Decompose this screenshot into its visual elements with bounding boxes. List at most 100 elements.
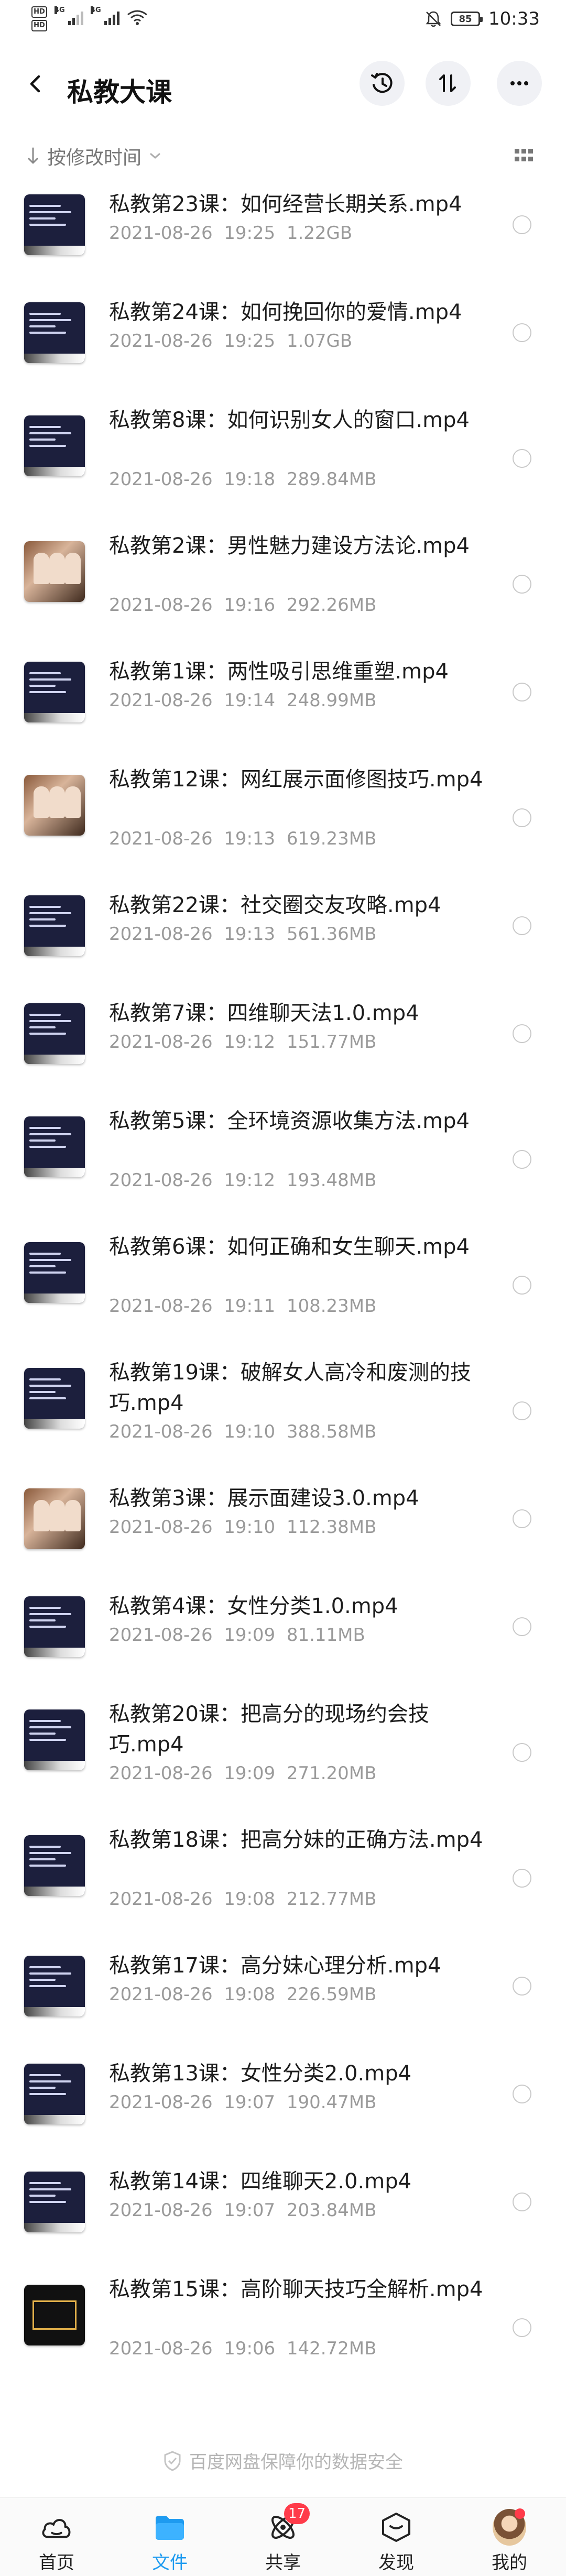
select-checkbox[interactable] [513, 916, 531, 935]
select-checkbox[interactable] [513, 1509, 531, 1528]
video-thumbnail [24, 302, 85, 363]
file-date: 2021-08-26 19:25 [109, 331, 276, 352]
file-row[interactable]: 私教第4课：女性分类1.0.mp4 2021-08-26 19:09 81.11M… [0, 1583, 566, 1691]
file-row[interactable]: 私教第7课：四维聊天法1.0.mp4 2021-08-26 19:12 151.7… [0, 990, 566, 1098]
file-meta: 2021-08-26 19:08 212.77MB [109, 1889, 376, 1910]
file-row[interactable]: 私教第5课：全环境资源收集方法.mp4 2021-08-26 19:12 193.… [0, 1098, 566, 1223]
select-checkbox[interactable] [513, 1150, 531, 1169]
file-name: 私教第2课：男性魅力建设方法论.mp4 [109, 534, 470, 558]
video-thumbnail [24, 2172, 85, 2232]
file-name: 私教第18课：把高分妹的正确方法.mp4 [109, 1828, 483, 1852]
file-meta: 2021-08-26 19:07 203.84MB [109, 2200, 376, 2221]
select-checkbox[interactable] [513, 575, 531, 594]
select-checkbox[interactable] [513, 2085, 531, 2103]
file-row[interactable]: 私教第24课：如何挽回你的爱情.mp4 2021-08-26 19:25 1.07… [0, 289, 566, 397]
video-thumbnail [24, 2285, 85, 2345]
sort-selector[interactable]: 按修改时间 [26, 142, 161, 170]
back-button[interactable] [21, 69, 50, 98]
nav-share[interactable]: 17 共享 [226, 2498, 340, 2576]
file-size: 619.23MB [286, 828, 377, 849]
video-thumbnail [24, 1368, 85, 1429]
file-size: 81.11MB [286, 1625, 365, 1646]
file-meta: 2021-08-26 19:12 193.48MB [109, 1170, 376, 1191]
select-checkbox[interactable] [513, 2193, 531, 2211]
file-meta: 2021-08-26 19:07 190.47MB [109, 2092, 376, 2113]
file-row[interactable]: 私教第15课：高阶聊天技巧全解析.mp4 2021-08-26 19:06 142… [0, 2266, 566, 2392]
video-thumbnail [24, 1003, 85, 1064]
sort-label: 按修改时间 [47, 147, 142, 169]
select-checkbox[interactable] [513, 323, 531, 342]
file-row[interactable]: 私教第22课：社交圈交友攻略.mp4 2021-08-26 19:13 561.3… [0, 882, 566, 990]
file-size: 193.48MB [286, 1170, 377, 1191]
file-size: 388.58MB [286, 1421, 377, 1442]
file-date: 2021-08-26 19:11 [109, 1296, 276, 1317]
select-checkbox[interactable] [513, 683, 531, 701]
more-options-button[interactable] [497, 61, 542, 106]
folder-icon [153, 2511, 187, 2544]
file-row[interactable]: 私教第14课：四维聊天2.0.mp4 2021-08-26 19:07 203.8… [0, 2158, 566, 2266]
grid-view-icon[interactable] [514, 147, 535, 165]
select-checkbox[interactable] [513, 1276, 531, 1295]
select-checkbox[interactable] [513, 808, 531, 827]
page-title: 私教大课 [67, 77, 172, 107]
file-row[interactable]: 私教第19课：破解女人高冷和废测的技巧.mp4 2021-08-26 19:10 … [0, 1349, 566, 1475]
file-size: 1.22GB [286, 223, 353, 244]
file-meta: 2021-08-26 19:09 271.20MB [109, 1763, 376, 1784]
share-atom-icon: 17 [266, 2503, 310, 2544]
file-size: 289.84MB [286, 469, 377, 490]
file-row[interactable]: 私教第23课：如何经营长期关系.mp4 2021-08-26 19:25 1.22… [0, 181, 566, 289]
select-checkbox[interactable] [513, 1743, 531, 1762]
file-name: 私教第6课：如何正确和女生聊天.mp4 [109, 1235, 470, 1259]
file-name: 私教第23课：如何经营长期关系.mp4 [109, 192, 462, 216]
select-checkbox[interactable] [513, 215, 531, 234]
video-thumbnail [24, 775, 85, 836]
file-date: 2021-08-26 19:10 [109, 1517, 276, 1538]
select-checkbox[interactable] [513, 1401, 531, 1420]
file-row[interactable]: 私教第1课：两性吸引思维重塑.mp4 2021-08-26 19:14 248.9… [0, 648, 566, 756]
signal-strength-2-icon: 4G [91, 6, 119, 25]
chevron-down-icon [150, 153, 160, 159]
file-meta: 2021-08-26 19:14 248.99MB [109, 690, 376, 711]
file-meta: 2021-08-26 19:25 1.07GB [109, 331, 352, 352]
file-date: 2021-08-26 19:13 [109, 828, 276, 849]
file-row[interactable]: 私教第20课：把高分的现场约会技巧.mp4 2021-08-26 19:09 27… [0, 1691, 566, 1816]
file-row[interactable]: 私教第18课：把高分妹的正确方法.mp4 2021-08-26 19:08 212… [0, 1816, 566, 1942]
file-row[interactable]: 私教第3课：展示面建设3.0.mp4 2021-08-26 19:10 112.3… [0, 1475, 566, 1583]
nav-files[interactable]: 文件 [113, 2498, 226, 2576]
history-clock-icon [371, 73, 393, 93]
cloud-home-icon [40, 2511, 73, 2544]
nav-home[interactable]: 首页 [0, 2498, 113, 2576]
nav-mine[interactable]: 我的 [453, 2498, 566, 2576]
video-thumbnail [24, 1116, 85, 1177]
history-button[interactable] [360, 61, 405, 106]
network-type-label: 4G [55, 6, 65, 14]
select-checkbox[interactable] [513, 2318, 531, 2337]
file-name: 私教第5课：全环境资源收集方法.mp4 [109, 1109, 470, 1133]
file-size: 190.47MB [286, 2092, 377, 2113]
share-badge: 17 [284, 2503, 310, 2524]
sort-order-button[interactable] [426, 61, 471, 106]
file-row[interactable]: 私教第6课：如何正确和女生聊天.mp4 2021-08-26 19:11 108.… [0, 1223, 566, 1349]
file-row[interactable]: 私教第17课：高分妹心理分析.mp4 2021-08-26 19:08 226.5… [0, 1942, 566, 2050]
file-size: 226.59MB [286, 1984, 377, 2005]
video-thumbnail [24, 415, 85, 476]
select-checkbox[interactable] [513, 449, 531, 468]
security-note: 百度网盘保障你的数据安全 [0, 2448, 566, 2473]
video-thumbnail [24, 1956, 85, 2016]
file-date: 2021-08-26 19:12 [109, 1032, 276, 1053]
select-checkbox[interactable] [513, 1024, 531, 1043]
file-size: 561.36MB [286, 924, 377, 945]
select-checkbox[interactable] [513, 1617, 531, 1636]
file-date: 2021-08-26 19:18 [109, 469, 276, 490]
file-row[interactable]: 私教第2课：男性魅力建设方法论.mp4 2021-08-26 19:16 292.… [0, 522, 566, 648]
file-row[interactable]: 私教第8课：如何识别女人的窗口.mp4 2021-08-26 19:18 289.… [0, 397, 566, 522]
bottom-nav: 首页 文件 17 共享 发现 我的 [0, 2497, 566, 2576]
file-name: 私教第22课：社交圈交友攻略.mp4 [109, 893, 441, 917]
nav-discover[interactable]: 发现 [340, 2498, 453, 2576]
select-checkbox[interactable] [513, 1869, 531, 1888]
file-row[interactable]: 私教第13课：女性分类2.0.mp4 2021-08-26 19:07 190.4… [0, 2050, 566, 2158]
file-meta: 2021-08-26 19:13 619.23MB [109, 828, 376, 849]
file-row[interactable]: 私教第12课：网红展示面修图技巧.mp4 2021-08-26 19:13 619… [0, 756, 566, 882]
select-checkbox[interactable] [513, 1977, 531, 1996]
shield-icon [164, 2450, 181, 2471]
